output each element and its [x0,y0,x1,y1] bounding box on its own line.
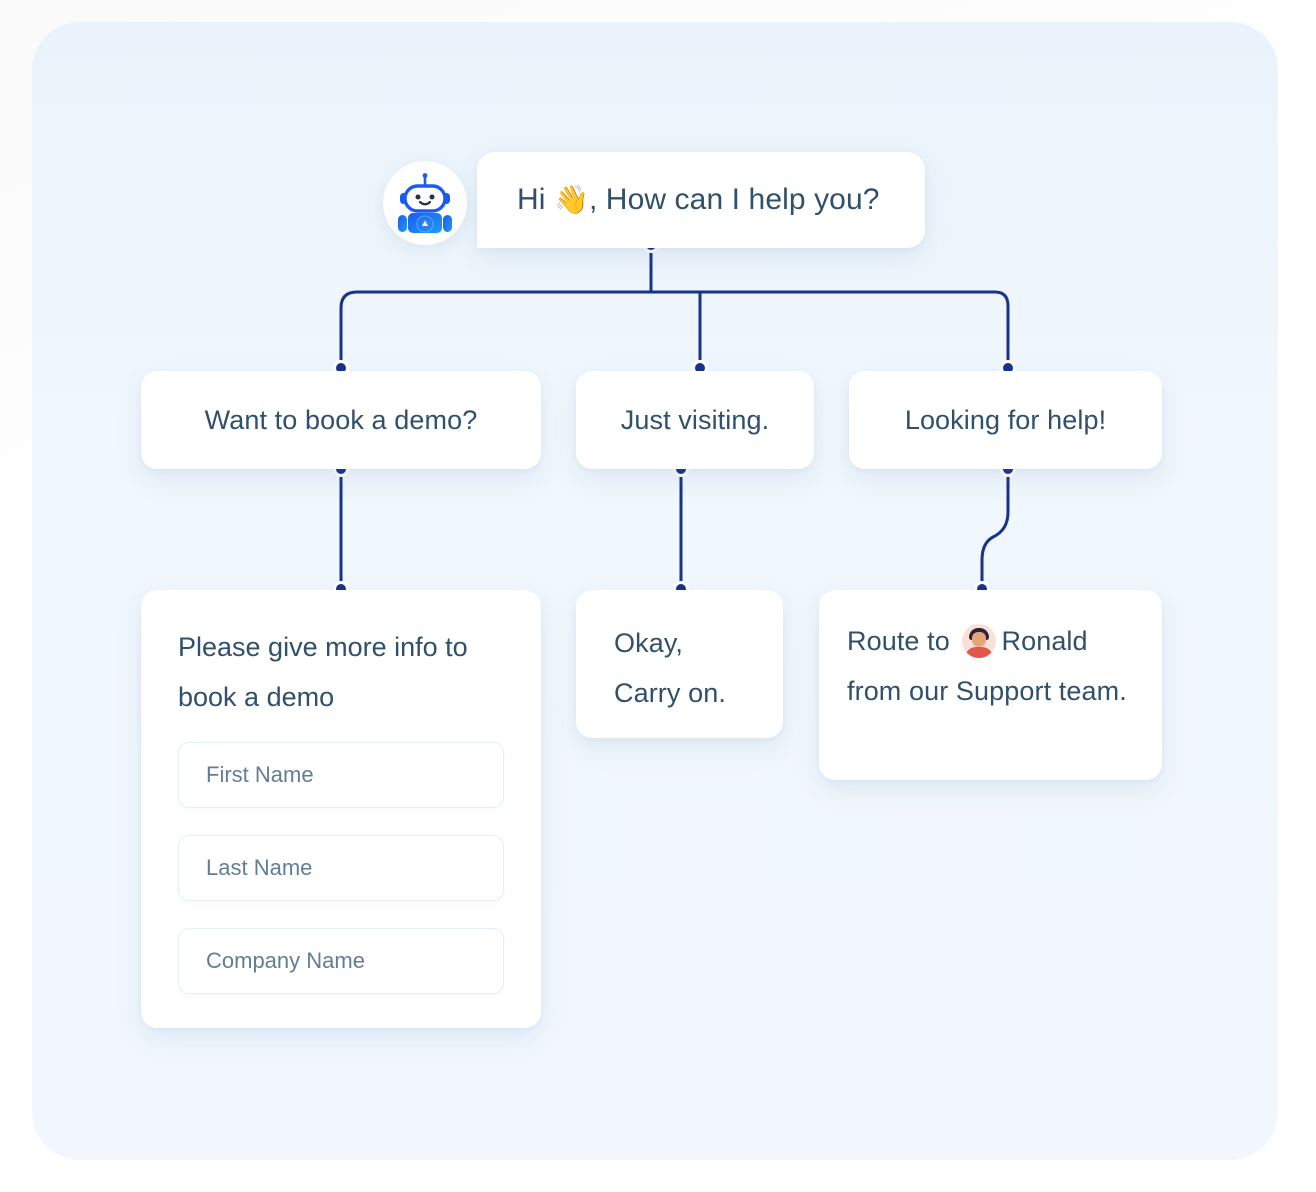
last-name-field[interactable]: Last Name [178,835,504,901]
greeting-text-before: Hi [517,183,554,216]
option-label: Want to book a demo? [204,404,478,435]
option-card-looking-for-help[interactable]: Looking for help! [849,371,1162,469]
greeting-message-bubble[interactable]: Hi 👋, How can I help you? [477,152,925,248]
okay-line-2: Carry on. [614,678,726,708]
first-name-placeholder: First Name [206,762,314,787]
agent-name: Ronald [1001,626,1088,656]
robot-avatar-icon [398,173,452,233]
route-text-after: from our Support team. [847,676,1127,706]
greeting-text-after: , How can I help you? [588,183,880,216]
last-name-placeholder: Last Name [206,855,313,880]
option-card-want-demo[interactable]: Want to book a demo? [141,371,541,469]
route-to-agent-card[interactable]: Route to Ronald from our Support team. [819,590,1162,780]
company-name-field[interactable]: Company Name [178,928,504,994]
waving-hand-icon: 👋 [553,184,589,215]
greeting-text: Hi 👋, How can I help you? [477,183,880,217]
option-label: Looking for help! [904,404,1107,435]
okay-line-1: Okay, [614,628,684,658]
option-label: Just visiting. [620,404,770,435]
demo-form-card[interactable]: Please give more info to book a demo Fir… [141,590,541,1028]
first-name-field[interactable]: First Name [178,742,504,808]
bot-avatar [383,161,467,245]
carry-on-card[interactable]: Okay, Carry on. [576,590,783,738]
company-name-placeholder: Company Name [206,948,365,973]
route-card-text: Route to Ronald from our Support team. [847,624,1127,706]
option-card-just-visiting[interactable]: Just visiting. [576,371,814,469]
agent-avatar-icon [962,624,997,658]
flow-builder-page: Hi 👋, How can I help you? Want to book a… [0,0,1316,1192]
form-card-heading: Please give more info to book a demo [178,632,468,712]
route-text-before: Route to [847,626,958,656]
